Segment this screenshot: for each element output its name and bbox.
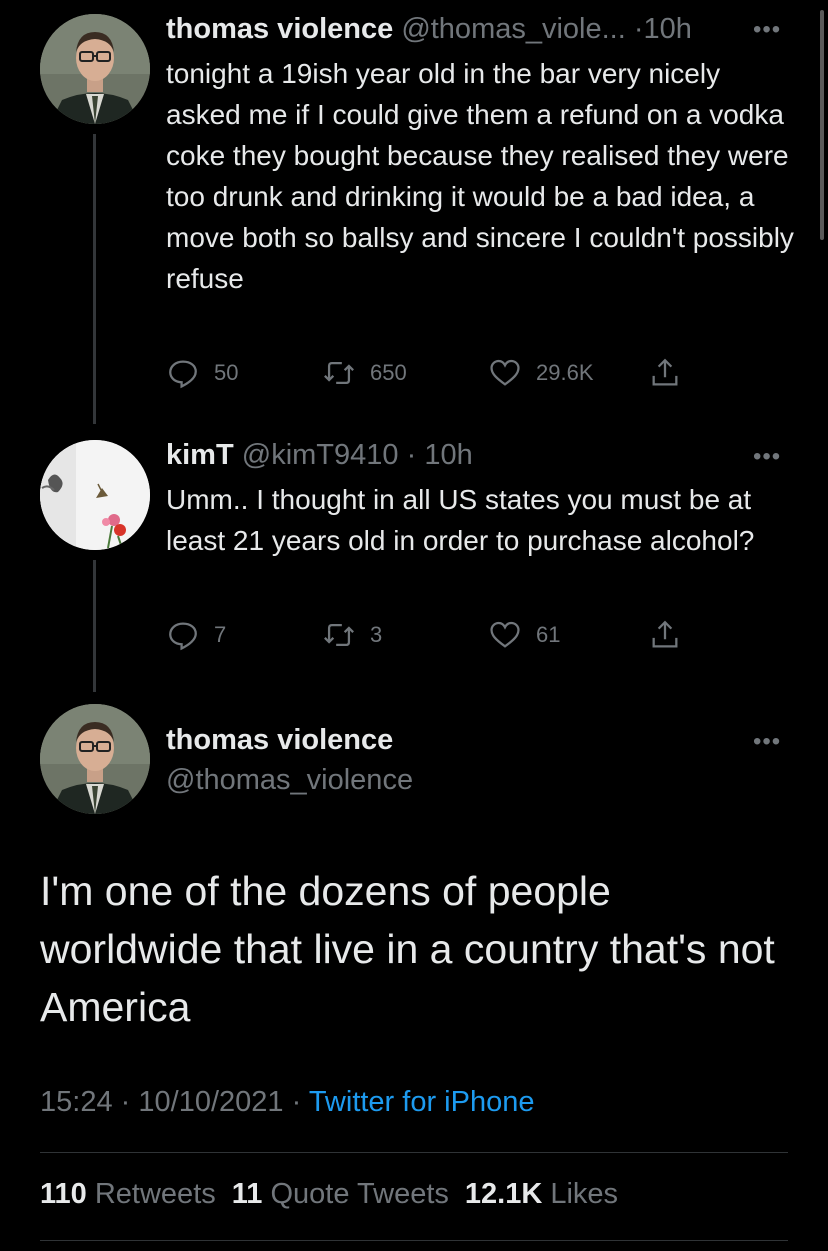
reply-button[interactable]: 7 <box>166 618 226 652</box>
tweet-source-link[interactable]: Twitter for iPhone <box>309 1086 535 1118</box>
author-handle[interactable]: @thomas_viole... <box>401 13 625 45</box>
tweet-date[interactable]: 10/10/2021 <box>138 1086 283 1118</box>
retweet-count: 650 <box>370 360 407 385</box>
tweet-header: kimT @kimT9410 · 10h <box>166 437 473 473</box>
like-count: 29.6K <box>536 360 594 385</box>
heart-icon <box>490 621 520 648</box>
separator-dot: · <box>291 1086 302 1118</box>
tweet-text: tonight a 19ish year old in the bar very… <box>166 58 794 294</box>
avatar-portrait-image <box>40 14 150 124</box>
likes-count: 12.1K <box>464 1178 543 1210</box>
reply-icon <box>169 360 197 389</box>
avatar[interactable] <box>40 440 150 550</box>
heart-icon <box>490 359 520 386</box>
author-name[interactable]: thomas violence <box>166 722 393 758</box>
reply-count: 7 <box>214 622 227 647</box>
tweet-stats: 110 Retweets 11 Quote Tweets 12.1K Likes <box>40 1178 618 1211</box>
like-count: 61 <box>536 622 561 647</box>
quote-tweets-label: Quote Tweets <box>270 1178 449 1210</box>
thread-line <box>93 560 96 692</box>
likes-label: Likes <box>550 1178 619 1210</box>
reply-button[interactable]: 50 <box>166 356 238 390</box>
retweets-count: 110 <box>40 1178 87 1210</box>
avatar-flower-image <box>40 440 150 550</box>
share-icon <box>652 358 678 386</box>
author-handle[interactable]: @kimT9410 <box>242 439 399 471</box>
tweet-time[interactable]: 10h <box>644 13 692 45</box>
share-button[interactable] <box>648 618 696 652</box>
retweet-icon <box>324 623 354 647</box>
tweet-meta: 15:24 · 10/10/2021 · Twitter for iPhone <box>40 1086 534 1119</box>
quote-tweets-stat[interactable]: 11 Quote Tweets <box>232 1178 449 1210</box>
retweets-stat[interactable]: 110 Retweets <box>40 1178 216 1210</box>
reply-icon <box>169 622 197 651</box>
avatar[interactable] <box>40 14 150 124</box>
more-icon[interactable]: ••• <box>753 445 781 469</box>
quote-tweets-count: 11 <box>231 1178 263 1210</box>
scrollbar[interactable] <box>820 10 824 240</box>
tweet-text: Umm.. I thought in all US states you mus… <box>166 484 755 556</box>
retweet-button[interactable]: 650 <box>322 356 407 390</box>
more-icon[interactable]: ••• <box>753 18 781 42</box>
separator-dot: · <box>633 13 644 45</box>
reply-count: 50 <box>214 360 239 385</box>
avatar[interactable] <box>40 704 150 814</box>
separator-dot: · <box>120 1086 131 1118</box>
tweet-time[interactable]: 10h <box>424 439 472 471</box>
author-name[interactable]: kimT <box>166 439 234 471</box>
tweet-actions: 50 650 29.6K <box>166 356 706 396</box>
tweet-timestamp[interactable]: 15:24 <box>40 1086 113 1118</box>
like-button[interactable]: 61 <box>488 618 560 652</box>
divider <box>40 1152 788 1153</box>
share-icon <box>652 620 678 648</box>
tweet-header: thomas violence @thomas_viole... ·10h <box>166 11 692 47</box>
retweets-label: Retweets <box>94 1178 216 1210</box>
like-button[interactable]: 29.6K <box>488 356 594 390</box>
likes-stat[interactable]: 12.1K Likes <box>465 1178 618 1210</box>
tweet-actions: 7 3 61 <box>166 618 706 658</box>
avatar-portrait-image <box>40 704 150 814</box>
main-tweet-text: I'm one of the dozens of people worldwid… <box>40 868 775 1030</box>
share-button[interactable] <box>648 356 696 390</box>
thread-line <box>93 134 96 424</box>
divider <box>40 1240 788 1241</box>
more-icon[interactable]: ••• <box>753 730 781 754</box>
retweet-count: 3 <box>370 622 383 647</box>
author-name[interactable]: thomas violence <box>166 13 393 45</box>
retweet-icon <box>324 361 354 385</box>
retweet-button[interactable]: 3 <box>322 618 382 652</box>
separator-dot: · <box>406 439 417 471</box>
author-handle[interactable]: @thomas_violence <box>166 762 413 798</box>
